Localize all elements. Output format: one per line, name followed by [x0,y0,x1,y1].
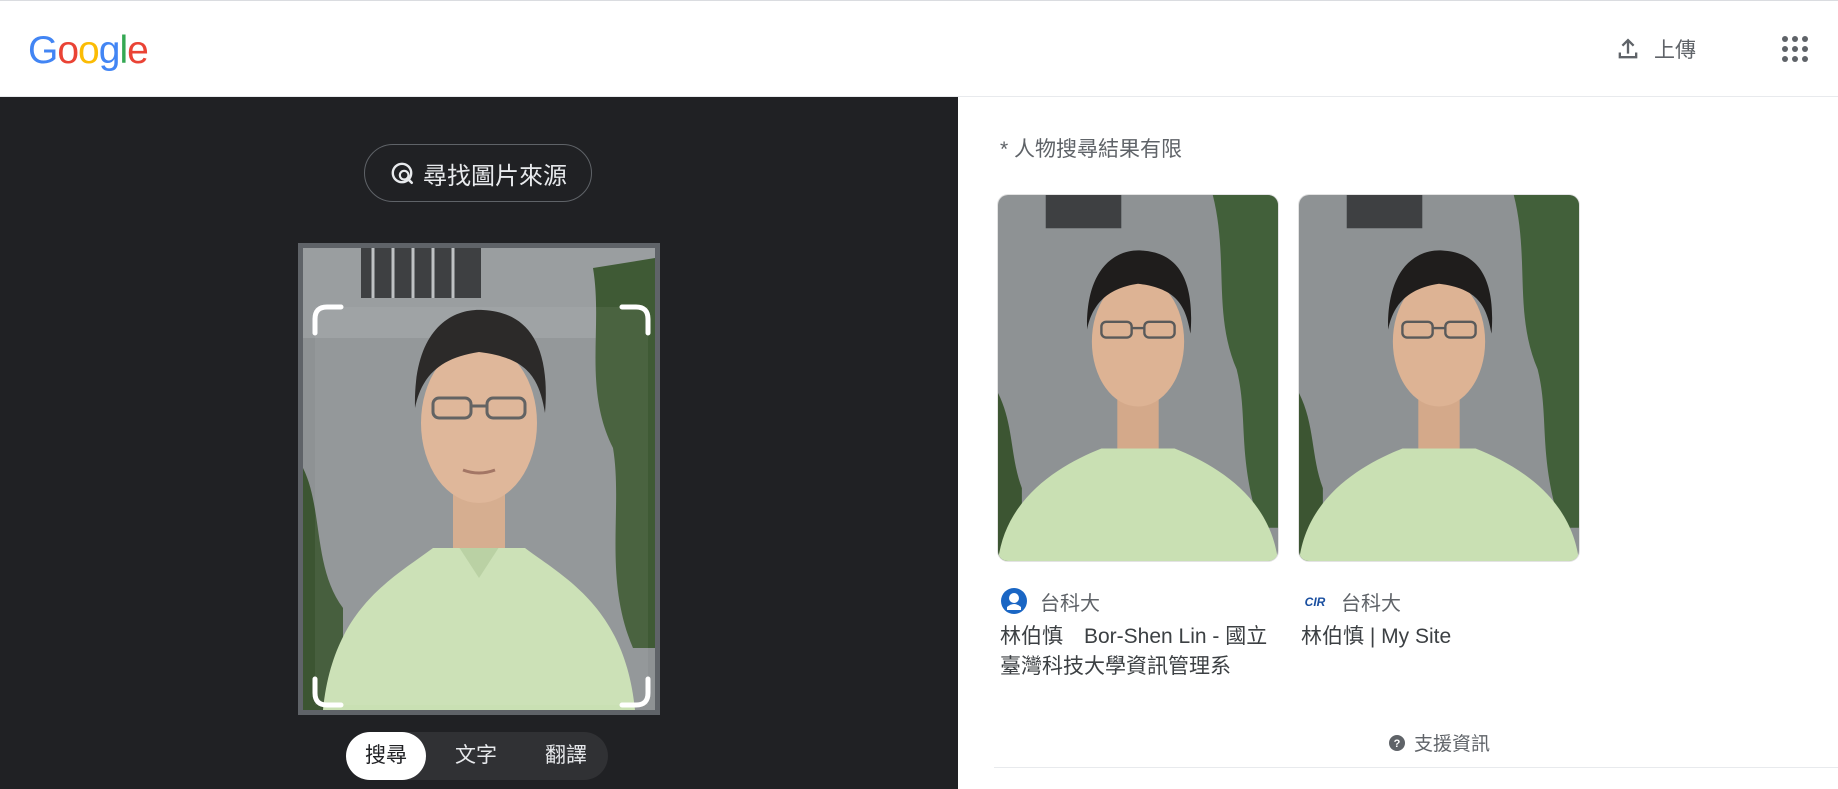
result-title[interactable]: 林伯慎 Bor-Shen Lin - 國立臺灣科技大學資訊管理系 [1000,622,1272,682]
ntust-logo-icon [1001,588,1027,614]
lens-mode-tabs: 搜尋 文字 翻譯 [346,732,608,780]
result-source-name: 台科大 [1040,592,1100,615]
tab-search[interactable]: 搜尋 [346,732,426,780]
crop-selection-handles[interactable] [311,303,652,709]
divider [994,767,1838,768]
image-preview-pane: 尋找圖片來源 搜尋 文字 翻譯 [0,97,958,789]
result-thumbnail[interactable] [998,195,1278,561]
google-logo[interactable]: Google [28,27,149,75]
upload-label: 上傳 [1654,39,1696,62]
tab-translate[interactable]: 翻譯 [526,732,606,780]
result-title[interactable]: 林伯慎 | My Site [1301,622,1573,652]
result-source[interactable]: 台科大 [1000,585,1100,617]
results-pane: * 人物搜尋結果有限 台科大 林伯慎 Bor-Shen Lin - 國立臺灣科技… [958,97,1838,789]
apps-grid-icon[interactable] [1780,34,1810,64]
cir-logo-icon: CIR [1305,595,1326,609]
upload-button[interactable]: 上傳 [1614,31,1696,67]
result-thumbnail-image [1299,195,1579,561]
support-info-label: 支援資訊 [1414,734,1491,755]
svg-text:CIR: CIR [1305,595,1326,609]
find-image-source-button[interactable]: 尋找圖片來源 [364,144,592,202]
result-thumbnail[interactable] [1299,195,1579,561]
lens-search-icon [391,162,414,185]
tab-text[interactable]: 文字 [436,732,516,780]
result-source[interactable]: CIR 台科大 [1301,585,1401,617]
result-source-name: 台科大 [1341,592,1401,615]
support-info-link[interactable]: ? 支援資訊 [1388,729,1490,756]
svg-text:?: ? [1394,738,1401,750]
help-icon: ? [1389,734,1405,751]
upload-icon [1618,38,1638,59]
top-header: Google 上傳 [0,0,1838,97]
result-thumbnail-image [998,195,1278,561]
people-search-notice: * 人物搜尋結果有限 [1000,138,1183,161]
find-image-source-label: 尋找圖片來源 [423,162,567,190]
